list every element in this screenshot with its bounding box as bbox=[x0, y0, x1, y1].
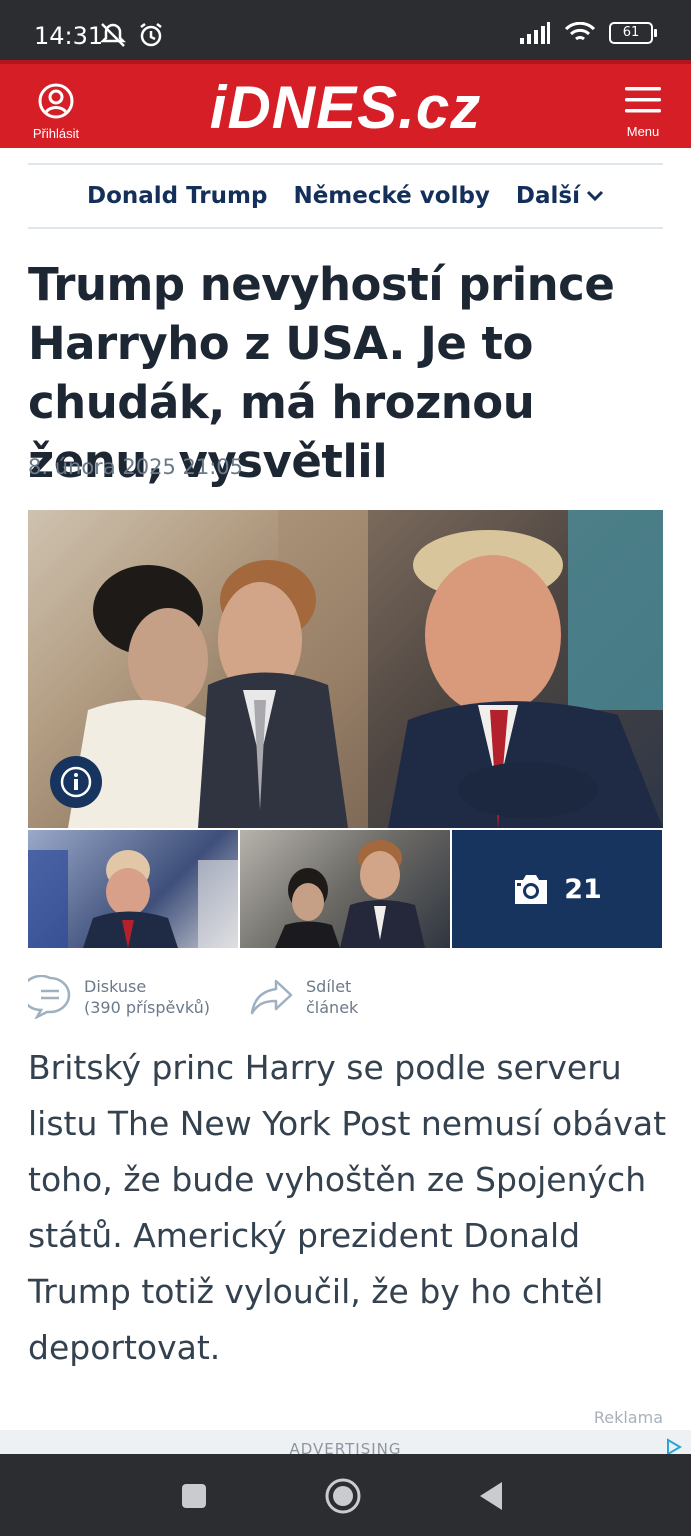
article-date: 8. února 2025 21:05 bbox=[28, 455, 243, 479]
site-header: Přihlásit iDNES.cz Menu bbox=[0, 60, 691, 148]
article-main-photo[interactable] bbox=[28, 510, 663, 828]
back-button[interactable] bbox=[472, 1476, 512, 1516]
alarm-icon bbox=[140, 23, 162, 47]
status-bar: 14:31 61 bbox=[0, 0, 691, 60]
gallery-button[interactable]: 21 bbox=[452, 830, 662, 948]
advertising-text: ADVERTISING bbox=[289, 1440, 402, 1454]
discussion-link[interactable]: Diskuse (390 příspěvků) bbox=[28, 975, 210, 1019]
share-icon bbox=[250, 979, 293, 1015]
photo-count: 21 bbox=[564, 873, 602, 905]
topic-donald-trump[interactable]: Donald Trump bbox=[87, 183, 267, 209]
comment-icon bbox=[28, 975, 71, 1019]
ad-label: Reklama bbox=[593, 1408, 663, 1427]
status-time: 14:31 bbox=[34, 22, 104, 50]
topic-more-label: Další bbox=[515, 183, 580, 209]
topic-nemecke-volby[interactable]: Německé volby bbox=[293, 183, 489, 209]
article-actions: Diskuse (390 příspěvků) Sdílet článek bbox=[28, 975, 663, 1025]
home-button[interactable] bbox=[323, 1476, 363, 1516]
photo-trump bbox=[368, 510, 663, 828]
topics-nav: Donald Trump Německé volby Další bbox=[28, 163, 663, 229]
battery-level: 61 bbox=[622, 25, 640, 40]
thumbnail-harry-meghan[interactable] bbox=[240, 830, 450, 948]
photo-thumbnails: 21 bbox=[28, 830, 663, 948]
mute-icon bbox=[99, 23, 127, 47]
share-label-line1: Sdílet bbox=[306, 977, 352, 996]
discussion-count: (390 příspěvků) bbox=[84, 998, 211, 1017]
photo-info-button[interactable] bbox=[50, 756, 102, 808]
article-perex: Britský princ Harry se podle serveru lis… bbox=[28, 1048, 667, 1367]
hamburger-icon bbox=[625, 87, 661, 113]
wifi-icon bbox=[565, 22, 595, 41]
adchoices-icon[interactable] bbox=[665, 1438, 683, 1454]
chevron-down-icon bbox=[586, 190, 604, 202]
menu-label: Menu bbox=[626, 124, 660, 139]
discussion-label: Diskuse bbox=[84, 977, 147, 996]
signal-icon bbox=[520, 22, 550, 44]
menu-button[interactable]: Menu bbox=[623, 86, 663, 139]
ad-banner[interactable]: ADVERTISING bbox=[0, 1430, 691, 1454]
topic-more[interactable]: Další bbox=[516, 183, 604, 209]
recents-button[interactable] bbox=[174, 1476, 214, 1516]
thumbnail-trump-children[interactable] bbox=[28, 830, 238, 948]
system-nav-bar bbox=[0, 1454, 691, 1536]
battery-icon: 61 bbox=[609, 22, 657, 44]
camera-icon bbox=[515, 875, 548, 904]
share-label-line2: článek bbox=[306, 998, 359, 1017]
share-link[interactable]: Sdílet článek bbox=[250, 975, 358, 1019]
site-logo[interactable]: iDNES.cz bbox=[0, 78, 691, 138]
info-icon bbox=[60, 766, 92, 798]
